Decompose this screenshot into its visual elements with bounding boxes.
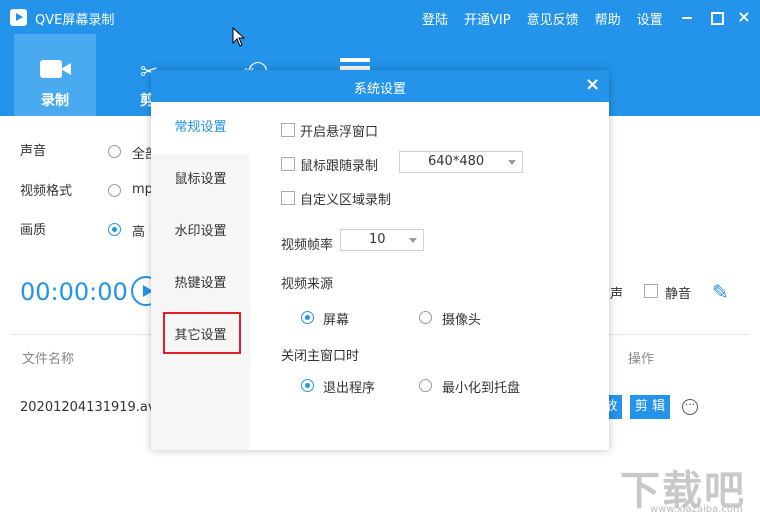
mouse-cursor-icon: [232, 27, 246, 47]
more-options-icon[interactable]: ···: [682, 399, 698, 415]
list-icon: [340, 58, 370, 62]
tab-hotkey[interactable]: 热键设置: [151, 258, 250, 310]
minimize-tray-label: 最小化到托盘: [442, 381, 521, 396]
source-label: 视频来源: [281, 277, 334, 292]
col-action: 操作: [628, 352, 655, 367]
minimize-icon[interactable]: [680, 10, 694, 24]
login-link[interactable]: 登陆: [422, 9, 448, 28]
source-screen-label: 屏幕: [323, 313, 350, 328]
fps-value: 10: [369, 232, 386, 247]
custom-region-label: 自定义区域录制: [300, 193, 392, 208]
watermark-url: www.xiazaiba.com: [650, 504, 743, 515]
vip-link[interactable]: 开通VIP: [464, 9, 511, 28]
video-format-label: 视频格式: [20, 184, 73, 199]
exit-program-radio[interactable]: [301, 379, 314, 392]
follow-size-select[interactable]: 640*480: [399, 151, 523, 173]
top-links: 登陆 开通VIP 意见反馈 帮助 设置: [422, 9, 679, 28]
feedback-link[interactable]: 意见反馈: [527, 9, 579, 28]
app-title: QVE屏幕录制: [35, 13, 115, 28]
fps-label: 视频帧率: [281, 238, 334, 253]
audio-all-radio[interactable]: [108, 145, 121, 158]
tab-watermark[interactable]: 水印设置: [151, 206, 250, 258]
pencil-icon[interactable]: ✎: [712, 280, 729, 304]
quality-label: 画质: [20, 223, 47, 238]
edit-file-button[interactable]: 剪 辑: [630, 395, 670, 419]
format-mp4-text: mp: [132, 182, 153, 197]
nav-record-label: 录制: [41, 93, 69, 109]
highlight-box: [163, 312, 241, 354]
float-window-checkbox[interactable]: [281, 123, 295, 137]
chevron-down-icon: [409, 238, 417, 243]
dialog-content: 开启悬浮窗口 鼠标跟随录制 640*480 自定义区域录制 视频帧率 10 视频…: [250, 102, 609, 450]
app-logo-icon: [10, 9, 27, 26]
source-camera-label: 摄像头: [442, 313, 482, 328]
sound-label: 声: [610, 287, 624, 302]
source-screen-radio[interactable]: [301, 311, 314, 324]
chevron-down-icon: [508, 160, 516, 165]
dialog-close-icon[interactable]: ×: [585, 74, 600, 95]
follow-mouse-checkbox[interactable]: [281, 157, 295, 171]
file-row-name: 20201204131919.avi: [20, 400, 160, 415]
maximize-icon[interactable]: [709, 10, 724, 25]
exit-program-label: 退出程序: [323, 381, 376, 396]
settings-dialog: 系统设置 × 常规设置 鼠标设置 水印设置 热键设置 其它设置 开启悬浮窗口 鼠…: [151, 70, 609, 450]
settings-link[interactable]: 设置: [637, 9, 663, 28]
close-window-icon[interactable]: ×: [737, 9, 751, 25]
custom-region-checkbox[interactable]: [281, 191, 295, 205]
close-main-label: 关闭主窗口时: [281, 349, 360, 364]
dialog-header: 系统设置 ×: [151, 70, 609, 102]
mute-checkbox[interactable]: [644, 284, 658, 298]
minimize-tray-radio[interactable]: [419, 379, 432, 392]
help-link[interactable]: 帮助: [595, 9, 621, 28]
follow-size-value: 640*480: [428, 154, 485, 169]
source-camera-radio[interactable]: [419, 311, 432, 324]
col-filename: 文件名称: [22, 352, 75, 367]
tab-mouse[interactable]: 鼠标设置: [151, 154, 250, 206]
quality-high-text: 高: [132, 225, 146, 240]
video-camera-icon: [40, 60, 71, 78]
follow-mouse-label: 鼠标跟随录制: [300, 159, 379, 174]
record-timer: 00:00:00: [20, 278, 128, 306]
title-bar: QVE屏幕录制 登陆 开通VIP 意见反馈 帮助 设置 ×: [0, 0, 760, 34]
mute-label: 静音: [665, 287, 692, 302]
quality-high-radio[interactable]: [108, 223, 121, 236]
float-window-label: 开启悬浮窗口: [300, 125, 379, 140]
audio-label: 声音: [20, 144, 47, 159]
dialog-title: 系统设置: [353, 82, 406, 97]
fps-select[interactable]: 10: [340, 229, 424, 251]
dialog-sidebar: 常规设置 鼠标设置 水印设置 热键设置 其它设置: [151, 102, 250, 450]
nav-record[interactable]: 录制: [14, 34, 96, 116]
tab-general[interactable]: 常规设置: [151, 102, 250, 154]
format-mp4-radio[interactable]: [108, 184, 121, 197]
